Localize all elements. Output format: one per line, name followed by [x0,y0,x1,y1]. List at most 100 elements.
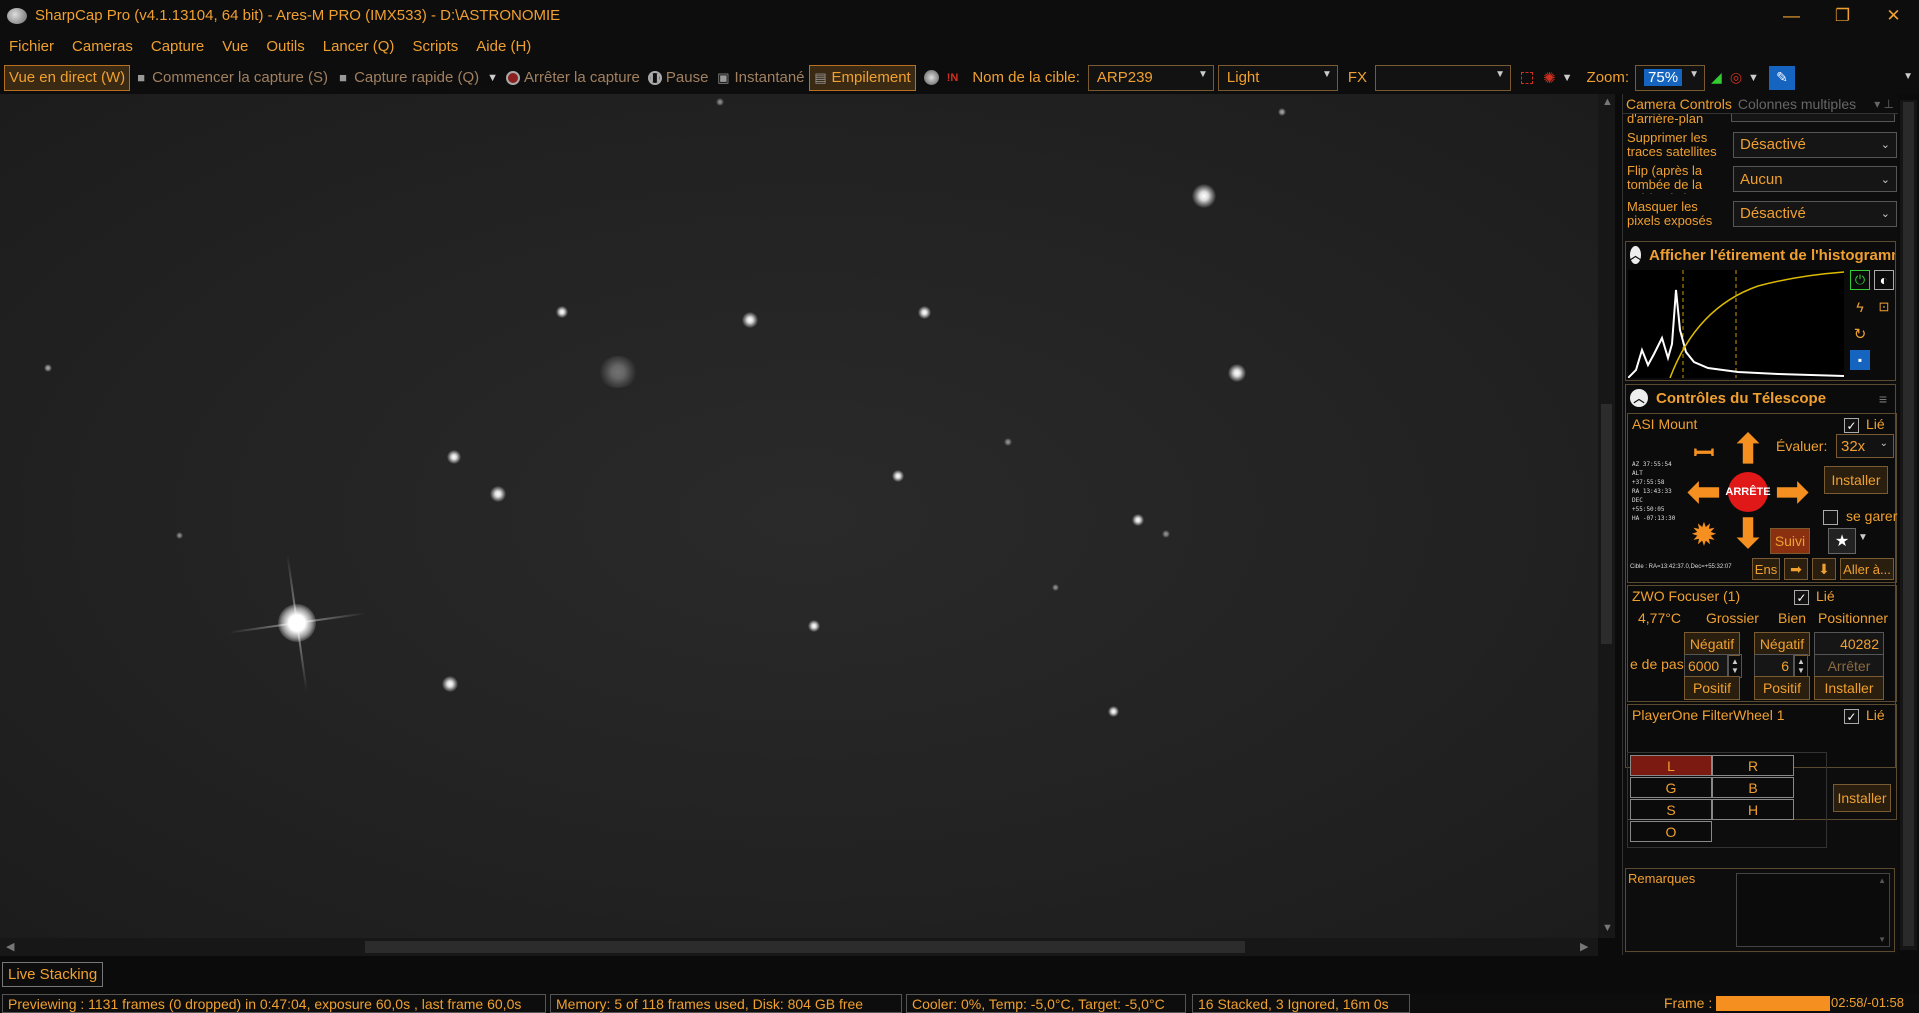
selection-area-icon[interactable] [1521,71,1534,84]
menu-outils[interactable]: Outils [257,38,313,55]
crosshair-icon[interactable]: ✺ [1543,69,1556,87]
stacking-button[interactable]: ▤ Empilement [808,64,916,91]
histogram-icon[interactable]: ◢ [1711,69,1722,86]
stop-capture-button[interactable]: Arrêter la capture [502,65,644,91]
coarse-step-spinner[interactable]: ▲ ▼ [1728,654,1742,678]
filter-o[interactable]: O [1630,821,1712,842]
reset-icon[interactable]: ↻ [1850,324,1870,344]
park-checkbox[interactable] [1823,510,1838,525]
histogram-plot[interactable] [1628,270,1844,378]
filter-b[interactable]: B [1712,777,1794,798]
close-button[interactable]: ✕ [1868,0,1919,31]
goto-button[interactable]: Aller à... [1840,558,1894,580]
scroll-up-icon[interactable]: ▲ [1602,96,1613,108]
start-capture-button[interactable]: ■ Commencer la capture (S) [130,65,332,91]
zoom-select[interactable]: 75% ▼ [1635,64,1706,91]
chevron-down-icon[interactable]: ▼ [1562,72,1573,84]
coarse-positive-button[interactable]: Positif [1684,676,1740,700]
menu-capture[interactable]: Capture [142,38,213,55]
arrow-up-icon[interactable]: ⬆ [1728,428,1768,472]
arrow-left-icon[interactable]: ⬅ [1684,470,1724,514]
filter-l[interactable]: L [1630,755,1712,776]
chevron-down-icon[interactable]: ▼ [487,72,498,84]
scroll-thumb[interactable] [1903,102,1914,946]
power-icon[interactable]: ⏻ [1850,270,1870,290]
lightning-icon[interactable]: ϟ [1850,297,1870,317]
chevron-down-icon[interactable]: ▼ [1748,72,1759,84]
collapse-icon[interactable]: ︿ [1630,389,1648,407]
scroll-up-icon[interactable]: ▲ [1878,876,1886,885]
stop-slew-button[interactable]: ARRÊTE [1725,472,1771,512]
filter-g[interactable]: G [1630,777,1712,798]
scroll-thumb[interactable] [365,941,1245,953]
fine-step-input[interactable]: 6 [1754,654,1794,678]
restore-button[interactable]: ❐ [1817,0,1868,31]
menu-cameras[interactable]: Cameras [63,38,142,55]
columns-mode-toggle[interactable]: Colonnes multiples [1738,96,1856,112]
arrow-right-small-icon[interactable]: ➡ [1784,558,1808,580]
arrow-down-small-icon[interactable]: ⬇ [1812,558,1836,580]
target-name-input[interactable]: ARP239 ▼ [1087,64,1214,91]
filter-r[interactable]: R [1712,755,1794,776]
flip-select[interactable]: Aucun ⌄ [1733,166,1897,192]
fine-step-spinner[interactable]: ▲ ▼ [1794,654,1808,678]
menu-icon[interactable]: ≡ [1879,391,1887,407]
fx-select[interactable]: ▼ [1375,64,1512,91]
menu-lancer[interactable]: Lancer (Q) [314,38,404,55]
tracking-button[interactable]: Suivi [1770,528,1810,554]
collapse-icon[interactable]: ︿ [1630,246,1641,264]
menu-scripts[interactable]: Scripts [403,38,467,55]
scroll-thumb[interactable] [1601,404,1612,644]
pause-button[interactable]: ❚❚ Pause [644,65,713,91]
notes-textarea[interactable]: ▲ ▼ [1736,873,1890,947]
satellite-trails-select[interactable]: Désactivé ⌄ [1733,131,1897,158]
image-vertical-scrollbar[interactable]: ▲ ▼ [1598,94,1615,938]
scroll-left-icon[interactable]: ◀ [6,940,14,953]
arrow-right-icon[interactable]: ➡ [1772,470,1812,514]
chevron-down-icon[interactable]: ▼ [1903,71,1913,82]
partial-setting-select[interactable] [1731,114,1895,122]
histogram-header[interactable]: ︿ Afficher l'étirement de l'histogramme [1626,242,1895,268]
fine-positive-button[interactable]: Positif [1754,676,1810,700]
mount-linked-checkbox[interactable]: ✓ [1844,418,1859,433]
focuser-linked-checkbox[interactable]: ✓ [1794,590,1809,605]
position-value[interactable]: 40282 [1814,632,1884,656]
arrow-down-icon[interactable]: ⬇ [1728,512,1768,556]
spiral-search-icon[interactable]: ꟷ [1684,432,1724,472]
quick-capture-button[interactable]: ■ Capture rapide (Q) ▼ [332,65,502,91]
scroll-down-icon[interactable]: ▼ [1602,922,1613,934]
focuser-stop-button[interactable]: Arrêter [1814,654,1884,678]
fine-negative-button[interactable]: Négatif [1754,632,1810,656]
image-horizontal-scrollbar[interactable]: ◀ ▶ [0,938,1598,956]
frame-type-select[interactable]: Light ▼ [1217,64,1338,91]
save-icon[interactable]: ▪ [1850,350,1870,370]
rate-select[interactable]: 32x ⌄ [1836,434,1894,458]
mask-pixels-select[interactable]: Désactivé ⌄ [1733,200,1897,227]
filterwheel-linked-checkbox[interactable]: ✓ [1844,709,1859,724]
coarse-step-input[interactable]: 6000 [1684,654,1728,678]
set-button[interactable]: Ens [1752,558,1780,580]
menu-aide[interactable]: Aide (H) [467,38,540,55]
panel-scrollbar[interactable] [1900,100,1917,950]
live-image-view[interactable] [0,94,1605,938]
scroll-right-icon[interactable]: ▶ [1580,940,1588,953]
filter-s[interactable]: S [1630,799,1712,820]
contrast-icon[interactable]: ◐ [1874,270,1894,290]
sun-target-icon[interactable]: ✹ [1684,514,1724,554]
filterwheel-install-button[interactable]: Installer [1833,784,1891,812]
snapshot-button[interactable]: ▣ Instantané [712,65,808,91]
menu-fichier[interactable]: Fichier [0,38,63,55]
lock-icon[interactable]: ⊡ [1874,297,1894,317]
pin-tool-icon[interactable]: ✎ [1768,65,1795,90]
minimize-button[interactable]: — [1766,0,1817,31]
chevron-down-icon[interactable]: ▼ [1858,532,1868,543]
reticle-icon[interactable]: ◎ [1730,69,1742,86]
menu-vue[interactable]: Vue [213,38,257,55]
dark-frame-icon[interactable] [923,70,939,85]
pin-icon[interactable]: ▾ ⊥ [1874,97,1894,111]
focuser-install-button[interactable]: Installer [1814,676,1884,700]
filter-h[interactable]: H [1712,799,1794,820]
coarse-negative-button[interactable]: Négatif [1684,632,1740,656]
live-stacking-tab[interactable]: Live Stacking [2,962,104,987]
histogram-toggle-icon[interactable]: ǃN [947,72,959,84]
